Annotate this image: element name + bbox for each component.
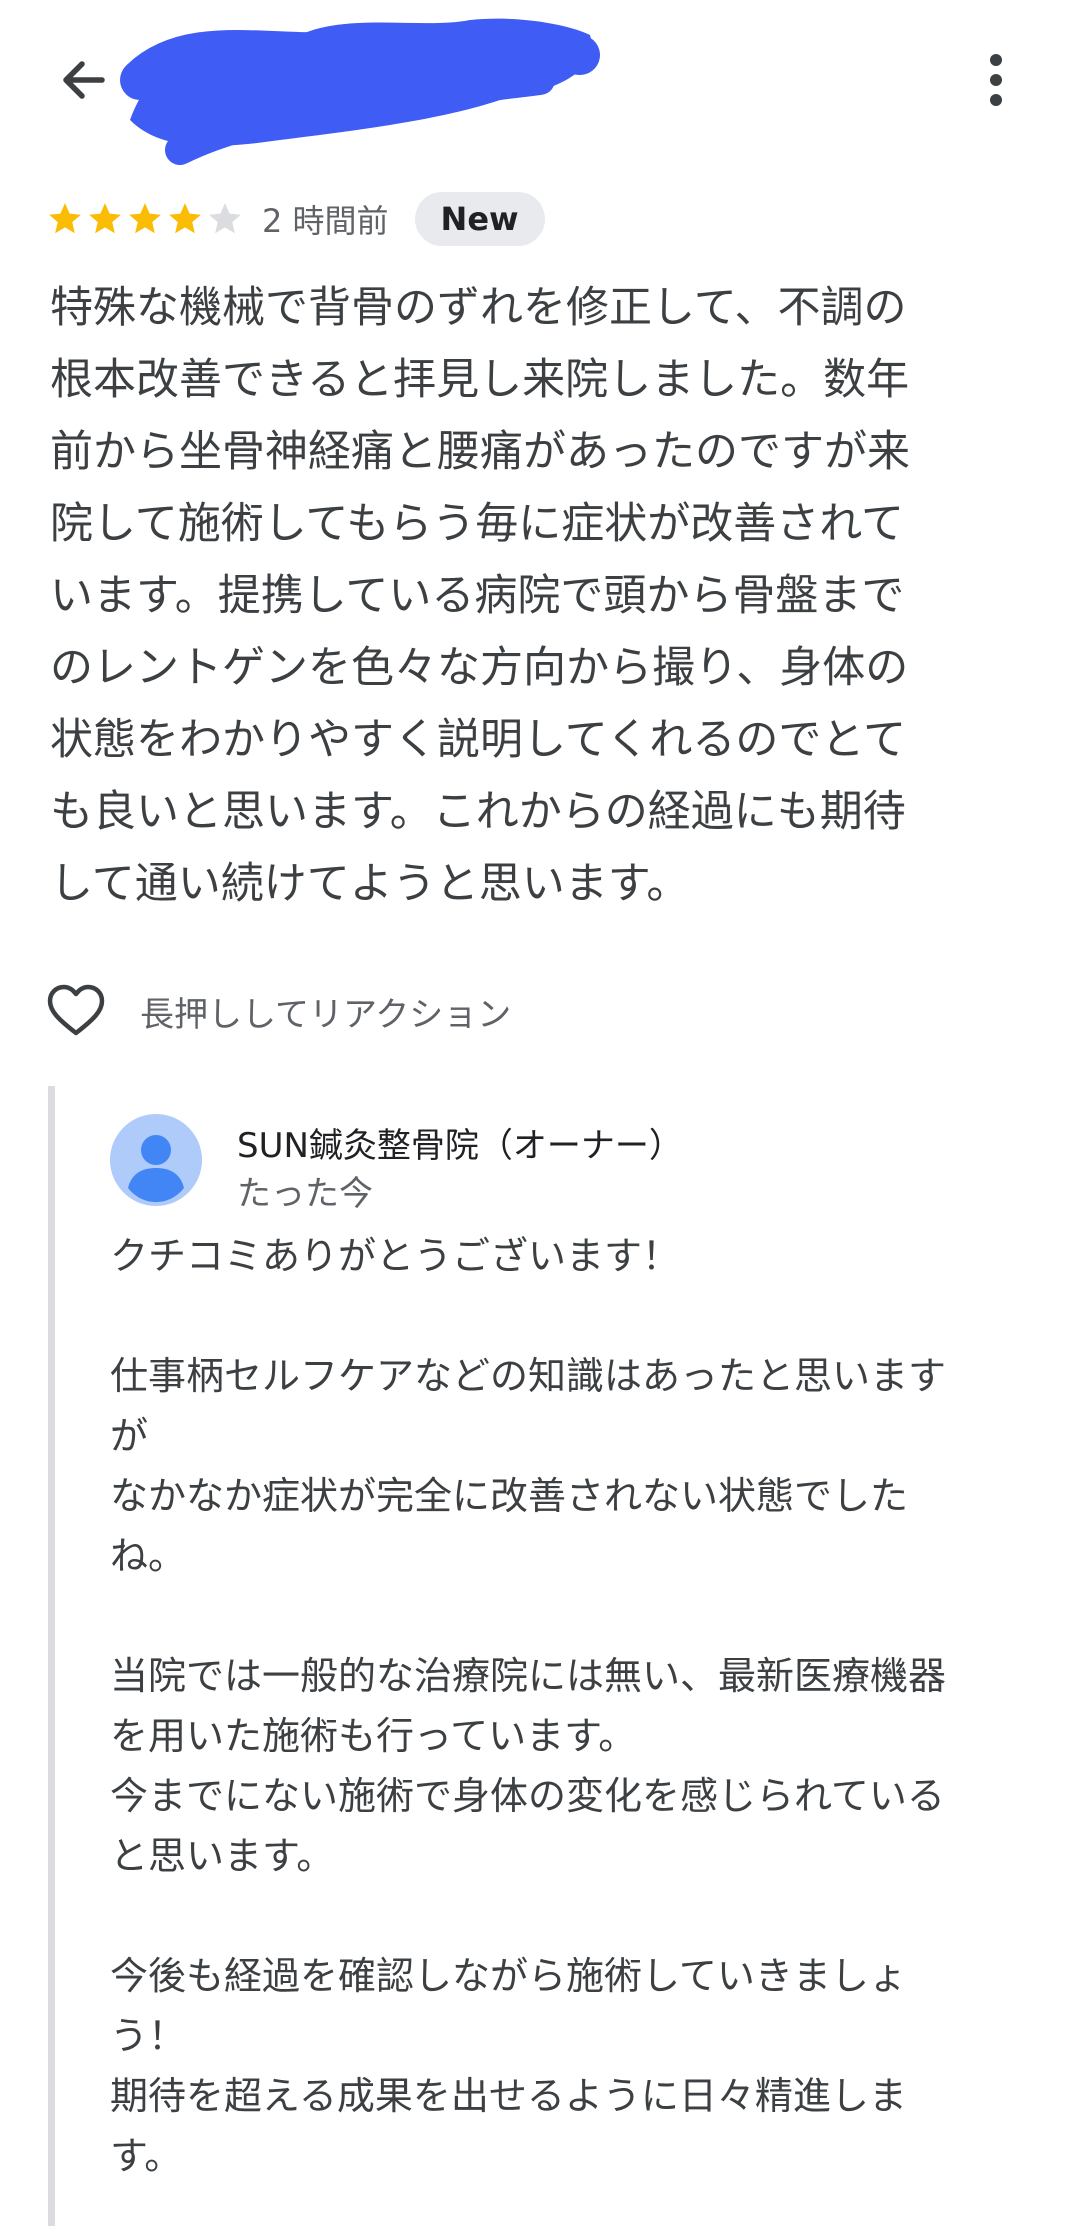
reply-time: たった今 bbox=[237, 1174, 373, 1214]
reaction-button[interactable]: 長押ししてリアクション bbox=[46, 978, 511, 1044]
redacted-scribble bbox=[120, 18, 600, 165]
star-filled-icon bbox=[129, 203, 161, 234]
top-app-bar bbox=[0, 0, 1080, 165]
review-text: 特殊な機械で背骨のずれを修正して、不調の 根本改善できると拝見し来院しました。数… bbox=[50, 283, 910, 909]
reply-text: クチコミありがとうございます！ 仕事柄セルフケアなどの知識はあったと思います が… bbox=[110, 1234, 947, 2178]
back-arrow-icon[interactable] bbox=[48, 44, 120, 116]
more-vert-icon[interactable] bbox=[960, 44, 1032, 116]
star-empty-icon bbox=[209, 203, 241, 234]
heart-outline-icon bbox=[47, 984, 105, 1036]
star-filled-icon bbox=[169, 203, 201, 234]
star-filled-icon bbox=[89, 203, 121, 234]
star-filled-icon bbox=[49, 203, 81, 234]
new-badge: New bbox=[414, 192, 545, 246]
star-rating bbox=[46, 200, 244, 238]
review-time: 2 時間前 bbox=[262, 202, 389, 240]
person-avatar-icon bbox=[110, 1114, 202, 1206]
owner-reply: SUN鍼灸整骨院（オーナー） たった今 クチコミありがとうございます！ 仕事柄セ… bbox=[48, 1086, 1055, 2226]
review-meta: 2 時間前 New bbox=[46, 188, 545, 250]
owner-name: SUN鍼灸整骨院（オーナー） bbox=[237, 1126, 683, 1166]
reaction-label: 長押ししてリアクション bbox=[140, 994, 512, 1035]
